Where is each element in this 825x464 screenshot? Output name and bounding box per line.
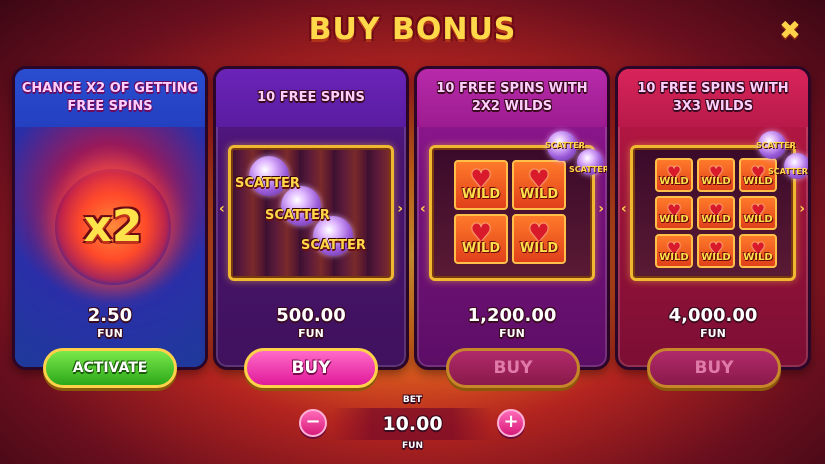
card-currency: FUN — [499, 327, 525, 340]
card-price: 2.50 — [87, 305, 133, 326]
card-header: 10 FREE SPINS — [216, 69, 406, 127]
wild-symbol: ♥ WILD — [454, 160, 508, 210]
wild-symbol: ♥ WILD — [739, 196, 777, 230]
scatter-symbol: SCATTER — [545, 141, 585, 150]
buy-button-3x3-wilds[interactable]: BUY — [647, 348, 781, 388]
wild-symbol: ♥ WILD — [655, 234, 693, 268]
wild-symbol: ♥ WILD — [655, 196, 693, 230]
x2-label: x2 — [83, 201, 143, 252]
bet-value: 10.00 — [382, 413, 443, 435]
card-currency: FUN — [97, 327, 123, 340]
wild-grid: ♥ WILD ♥ WILD ♥ WILD ♥ WILD — [454, 160, 566, 264]
scatter-symbol: SCATTER — [569, 165, 609, 174]
wild-symbol: ♥ WILD — [454, 214, 508, 264]
card-price: 500.00 — [276, 305, 346, 326]
decrease-bet-button[interactable]: − — [299, 409, 327, 437]
chevron-left-icon: ‹ — [420, 201, 426, 217]
bonus-card-2x2-wilds: 10 FREE SPINS WITH 2X2 WILDS ♥ WILD ♥ WILD… — [414, 66, 610, 370]
card-currency: FUN — [298, 327, 324, 340]
bonus-card-3x3-wilds: 10 FREE SPINS WITH 3X3 WILDS ♥ WILD ♥ WILD… — [615, 66, 811, 370]
card-currency: FUN — [700, 327, 726, 340]
buy-button-free-spins[interactable]: BUY — [244, 348, 378, 388]
activate-button[interactable]: ACTIVATE — [43, 348, 177, 388]
reel-preview: ♥ WILD ♥ WILD ♥ WILD ♥ WILD ♥ WILD ♥ WILD ♥ WIL… — [630, 145, 796, 281]
page-title: BUY BONUS — [308, 12, 517, 47]
card-price: 4,000.00 — [668, 305, 758, 326]
scatter-symbol: SCATTER — [265, 208, 330, 223]
scatter-symbol: SCATTER — [768, 167, 808, 176]
wild-symbol: ♥ WILD — [697, 158, 735, 192]
card-header: CHANCE X2 OF GETTING FREE SPINS — [15, 69, 205, 127]
wild-symbol: ♥ WILD — [512, 160, 566, 210]
wild-symbol: ♥ WILD — [697, 234, 735, 268]
buy-button-2x2-wilds[interactable]: BUY — [446, 348, 580, 388]
bet-label: BET — [402, 395, 423, 405]
wild-symbol: ♥ WILD — [512, 214, 566, 264]
scatter-symbol: SCATTER — [235, 176, 300, 191]
close-icon[interactable]: ✖ — [777, 18, 803, 44]
card-header: 10 FREE SPINS WITH 3X3 WILDS — [618, 69, 808, 127]
bonus-card-free-spins: 10 FREE SPINS SCATTER SCATTER SCATTER ‹ … — [213, 66, 409, 370]
wild-grid: ♥ WILD ♥ WILD ♥ WILD ♥ WILD ♥ WILD ♥ WILD ♥ WIL… — [655, 158, 777, 268]
chevron-right-icon: › — [799, 201, 805, 217]
chevron-right-icon: › — [397, 201, 403, 217]
card-header: 10 FREE SPINS WITH 2X2 WILDS — [417, 69, 607, 127]
wild-symbol: ♥ WILD — [655, 158, 693, 192]
bonus-card-x2-chance: CHANCE X2 OF GETTING FREE SPINS x2 2.50 … — [12, 66, 208, 370]
scatter-symbol: SCATTER — [756, 141, 796, 150]
card-price: 1,200.00 — [467, 305, 557, 326]
wild-symbol: ♥ WILD — [739, 234, 777, 268]
increase-bet-button[interactable]: + — [497, 409, 525, 437]
chevron-right-icon: › — [598, 201, 604, 217]
chevron-left-icon: ‹ — [219, 201, 225, 217]
wild-symbol: ♥ WILD — [697, 196, 735, 230]
chevron-left-icon: ‹ — [621, 201, 627, 217]
scatter-symbol: SCATTER — [301, 238, 366, 253]
bet-currency: FUN — [402, 441, 423, 451]
x2-multiplier-icon: x2 — [55, 169, 171, 285]
reel-preview: SCATTER SCATTER SCATTER — [228, 145, 394, 281]
